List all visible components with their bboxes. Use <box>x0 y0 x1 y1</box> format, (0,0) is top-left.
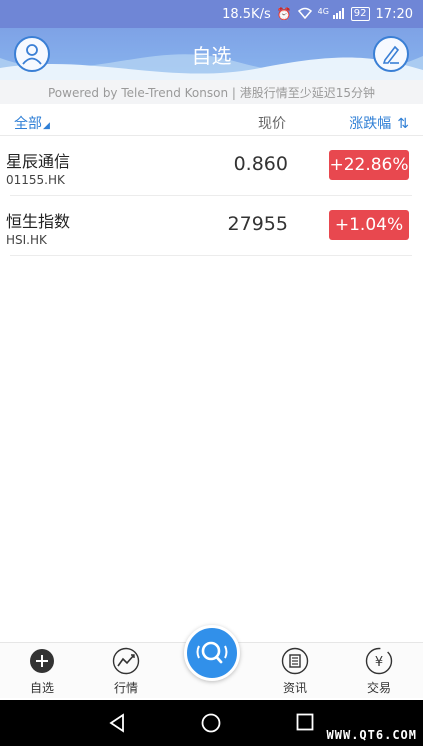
nav-item-news[interactable]: 资讯 <box>265 647 325 696</box>
stock-row[interactable]: 恒生指数 HSI.HK 27955 +1.04% <box>0 196 423 256</box>
network-speed: 18.5K/s <box>222 6 271 22</box>
filter-dropdown[interactable]: 全部◢ <box>14 113 50 133</box>
change-badge[interactable]: +22.86% <box>329 150 409 180</box>
alarm-icon: ⏰ <box>276 7 292 21</box>
plus-icon <box>28 647 56 675</box>
home-icon <box>201 713 221 733</box>
back-button[interactable] <box>108 713 126 737</box>
change-column-header: 涨跌幅 <box>349 116 392 132</box>
price-column-header: 现价 <box>258 116 286 132</box>
svg-text:¥: ¥ <box>375 655 383 670</box>
stock-code: HSI.HK <box>6 233 47 247</box>
edit-button[interactable] <box>373 36 409 72</box>
nav-label: 资讯 <box>282 681 307 695</box>
watermark: WWW.QT6.COM <box>326 728 417 742</box>
news-icon <box>281 647 309 675</box>
filter-label: 全部 <box>14 116 42 132</box>
stock-price: 0.860 <box>233 153 288 175</box>
stock-price: 27955 <box>227 213 288 235</box>
nav-item-trade[interactable]: ¥ 交易 <box>349 647 409 696</box>
page-title: 自选 <box>191 44 232 68</box>
nav-label: 交易 <box>366 681 391 695</box>
trend-icon <box>112 647 140 675</box>
change-badge[interactable]: +1.04% <box>329 210 409 240</box>
edit-icon <box>382 45 400 64</box>
status-bar: 18.5K/s ⏰ 4G 92 17:20 <box>0 0 423 28</box>
wifi-icon <box>297 7 312 22</box>
search-icon <box>196 641 228 664</box>
stock-name: 恒生指数 <box>6 212 71 231</box>
nav-item-watchlist[interactable]: 自选 <box>12 647 72 696</box>
change-sort-button[interactable]: 涨跌幅 ⇅ <box>349 113 409 133</box>
network-type: 4G <box>317 6 329 16</box>
stock-row[interactable]: 星辰通信 01155.HK 0.860 +22.86% <box>0 136 423 196</box>
signal-icon: 4G <box>318 7 345 22</box>
yuan-icon: ¥ <box>365 647 393 675</box>
battery-level: 92 <box>353 8 367 19</box>
stock-name: 星辰通信 <box>6 152 71 171</box>
nav-item-market[interactable]: 行情 <box>96 647 156 696</box>
home-button[interactable] <box>201 713 221 737</box>
recents-icon <box>296 713 314 731</box>
list-header: 全部◢ 现价 涨跌幅 ⇅ <box>0 108 423 136</box>
header: 自选 <box>0 28 423 80</box>
row-divider <box>10 255 412 256</box>
delay-notice: Powered by Tele-Trend Konson | 港股行情至少延迟1… <box>0 80 423 104</box>
nav-label: 自选 <box>29 681 54 695</box>
dropdown-triangle-icon: ◢ <box>43 121 50 131</box>
system-nav-bar: WWW.QT6.COM <box>0 700 423 746</box>
clock: 17:20 <box>375 6 413 22</box>
battery-icon: 92 <box>350 7 370 21</box>
nav-label: 行情 <box>113 681 138 695</box>
stock-code: 01155.HK <box>6 173 65 187</box>
back-icon <box>109 713 124 733</box>
sort-icon: ⇅ <box>397 116 409 132</box>
recents-button[interactable] <box>296 713 314 735</box>
search-button[interactable] <box>184 625 240 681</box>
